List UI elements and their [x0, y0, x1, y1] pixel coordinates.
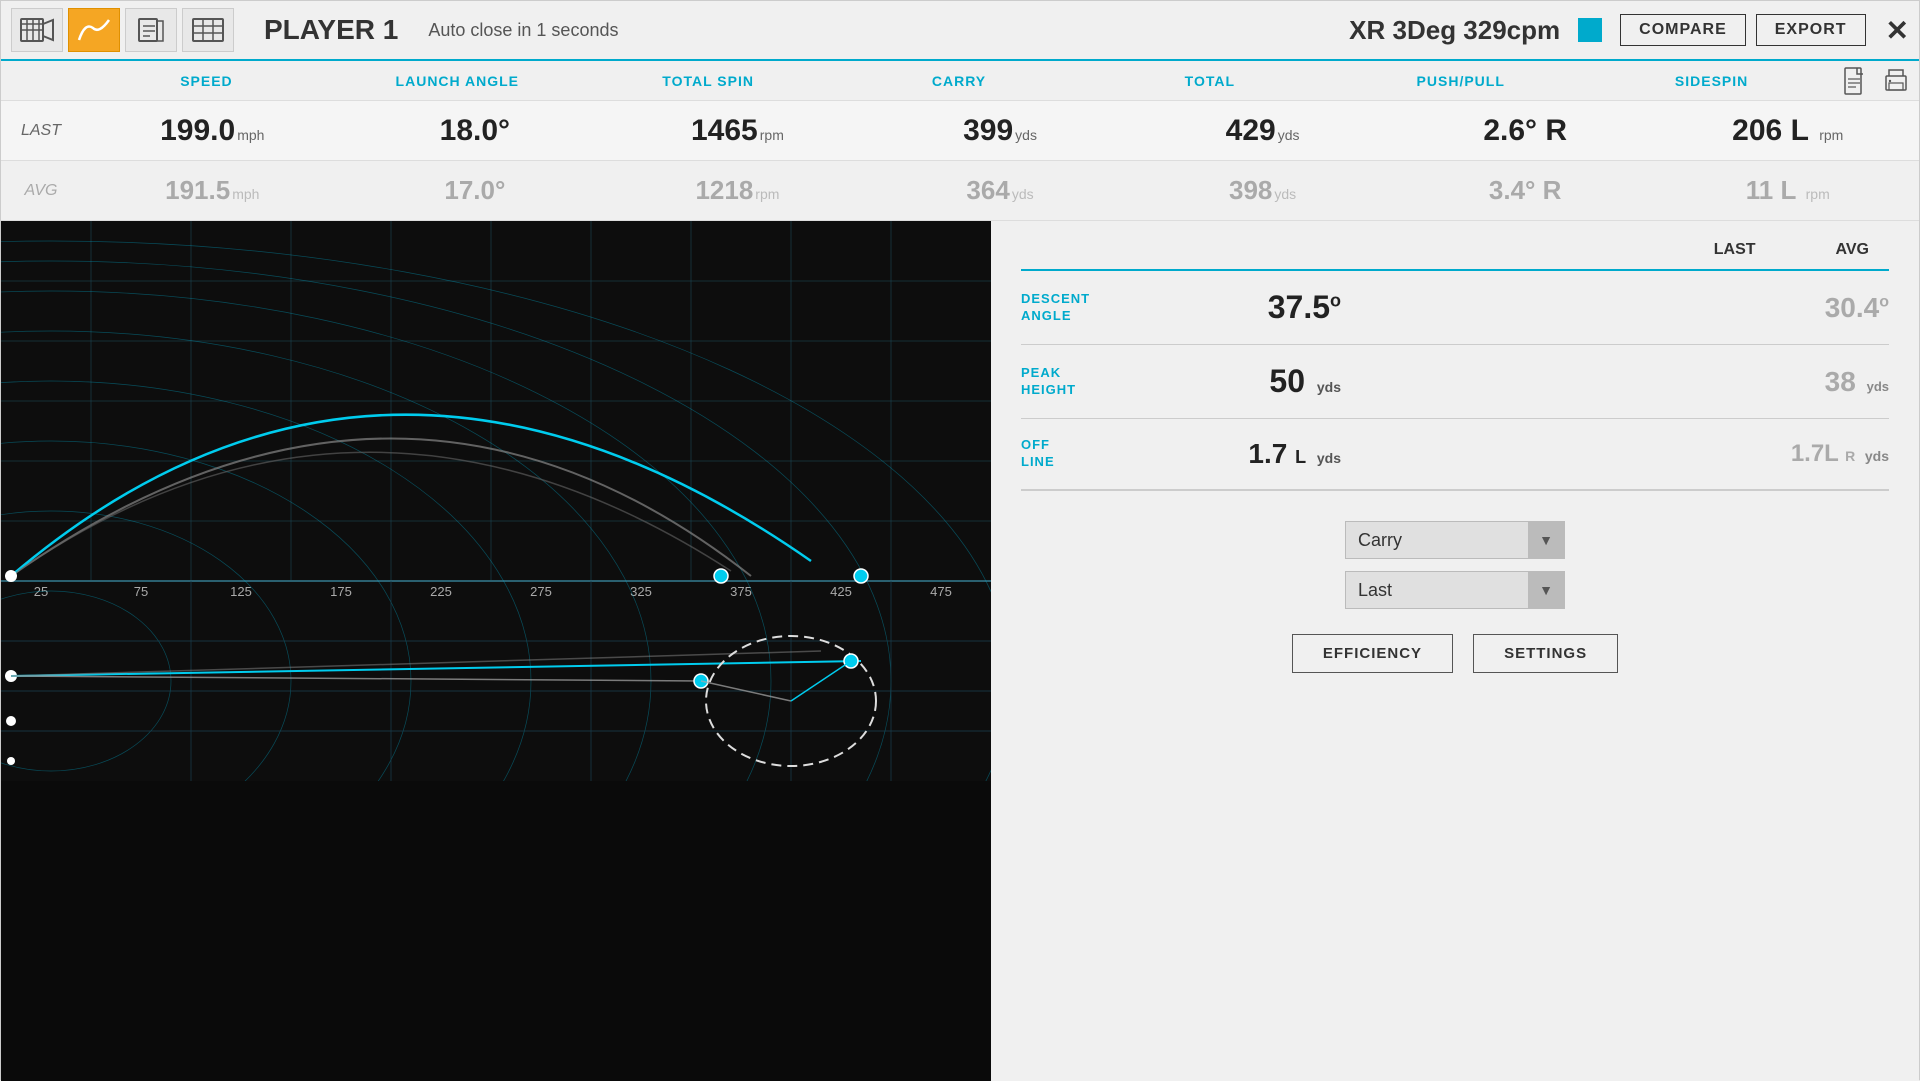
color-swatch — [1578, 18, 1602, 42]
last-total: 429yds — [1131, 114, 1394, 148]
avg-stats-row: AVG 191.5mph 17.0° 1218rpm 364yds 398yds… — [1, 161, 1919, 221]
svg-text:475: 475 — [930, 584, 952, 599]
peak-height-last: 50 yds — [1161, 363, 1341, 400]
export-button[interactable]: EXPORT — [1756, 14, 1866, 46]
last-total-spin: 1465rpm — [606, 114, 869, 148]
last-carry: 399yds — [869, 114, 1132, 148]
xr-label: XR 3Deg 329cpm — [1349, 15, 1560, 46]
close-button[interactable]: ✕ — [1886, 14, 1909, 47]
svg-text:75: 75 — [134, 584, 148, 599]
descent-angle-avg: 30.4o — [1341, 292, 1889, 324]
chart-area: 25 75 125 175 225 275 325 375 425 475 — [1, 221, 991, 1081]
efficiency-button[interactable]: EFFICIENCY — [1292, 634, 1453, 673]
header: PLAYER 1 Auto close in 1 seconds XR 3Deg… — [1, 1, 1919, 61]
player-title: PLAYER 1 — [264, 14, 398, 46]
stats-header: SPEED LAUNCH ANGLE TOTAL SPIN CARRY TOTA… — [1, 61, 1919, 101]
tab-edit[interactable] — [125, 8, 177, 52]
svg-text:125: 125 — [230, 584, 252, 599]
col-launch-angle: LAUNCH ANGLE — [332, 73, 583, 89]
right-panel-header: LAST AVG — [1021, 241, 1889, 259]
svg-text:175: 175 — [330, 584, 352, 599]
descent-angle-last: 37.5o — [1161, 289, 1341, 326]
tab-table[interactable] — [182, 8, 234, 52]
col-total: TOTAL — [1084, 73, 1335, 89]
peak-height-label: PEAKHEIGHT — [1021, 365, 1161, 399]
svg-text:375: 375 — [730, 584, 752, 599]
dropdowns-area: Carry Total Speed ▼ Last Average ▼ — [1021, 521, 1889, 609]
peak-height-row: PEAKHEIGHT 50 yds 38 yds — [1021, 345, 1889, 419]
dropdown1-arrow[interactable]: ▼ — [1528, 522, 1564, 558]
panel-avg-label: AVG — [1836, 241, 1869, 259]
right-panel: LAST AVG DESCENTANGLE 37.5o 30.4o PEAKHE… — [991, 221, 1919, 1081]
avg-total-spin: 1218rpm — [606, 175, 869, 206]
off-line-row: OFFLINE 1.7 L yds 1.7L R yds — [1021, 419, 1889, 490]
avg-speed: 191.5mph — [81, 175, 344, 206]
last-dropdown[interactable]: Last Average — [1346, 572, 1528, 608]
last-push-pull: 2.6° R — [1394, 114, 1657, 148]
dropdown2-wrapper[interactable]: Last Average ▼ — [1345, 571, 1565, 609]
avg-label: AVG — [1, 182, 81, 200]
descent-angle-label: DESCENTANGLE — [1021, 291, 1161, 325]
auto-close: Auto close in 1 seconds — [428, 20, 618, 41]
last-stats-row: LAST 199.0mph 18.0° 1465rpm 399yds 429yd… — [1, 101, 1919, 161]
off-line-avg: 1.7L R yds — [1341, 440, 1889, 468]
avg-carry: 364yds — [869, 175, 1132, 206]
col-carry: CARRY — [834, 73, 1085, 89]
col-push-pull: PUSH/PULL — [1335, 73, 1586, 89]
tab-chart[interactable] — [68, 8, 120, 52]
panel-last-label: LAST — [1714, 241, 1756, 259]
peak-height-avg: 38 yds — [1341, 366, 1889, 398]
last-speed: 199.0mph — [81, 114, 344, 148]
avg-push-pull: 3.4° R — [1394, 175, 1657, 206]
pdf-icon[interactable] — [1837, 63, 1873, 99]
col-speed: SPEED — [81, 73, 332, 89]
svg-text:275: 275 — [530, 584, 552, 599]
last-launch-angle: 18.0° — [344, 114, 607, 148]
off-line-last: 1.7 L yds — [1161, 438, 1341, 470]
avg-sidespin: 11 L rpm — [1656, 175, 1919, 206]
svg-text:425: 425 — [830, 584, 852, 599]
dropdown2-arrow[interactable]: ▼ — [1528, 572, 1564, 608]
col-sidespin: SIDESPIN — [1586, 73, 1837, 89]
avg-launch-angle: 17.0° — [344, 175, 607, 206]
tab-icons — [11, 8, 234, 52]
last-sidespin: 206 L rpm — [1656, 114, 1919, 148]
print-icon[interactable] — [1878, 63, 1914, 99]
avg-total: 398yds — [1131, 175, 1394, 206]
svg-text:225: 225 — [430, 584, 452, 599]
tab-video[interactable] — [11, 8, 63, 52]
content-area: 25 75 125 175 225 275 325 375 425 475 — [1, 221, 1919, 1081]
off-line-label: OFFLINE — [1021, 437, 1161, 471]
col-total-spin: TOTAL SPIN — [583, 73, 834, 89]
settings-button[interactable]: SETTINGS — [1473, 634, 1618, 673]
compare-button[interactable]: COMPARE — [1620, 14, 1746, 46]
bottom-buttons: EFFICIENCY SETTINGS — [1021, 634, 1889, 673]
carry-dropdown[interactable]: Carry Total Speed — [1346, 522, 1528, 558]
main-window: PLAYER 1 Auto close in 1 seconds XR 3Deg… — [0, 0, 1920, 1080]
last-label: LAST — [1, 122, 81, 140]
dropdown1-wrapper[interactable]: Carry Total Speed ▼ — [1345, 521, 1565, 559]
descent-angle-row: DESCENTANGLE 37.5o 30.4o — [1021, 271, 1889, 345]
